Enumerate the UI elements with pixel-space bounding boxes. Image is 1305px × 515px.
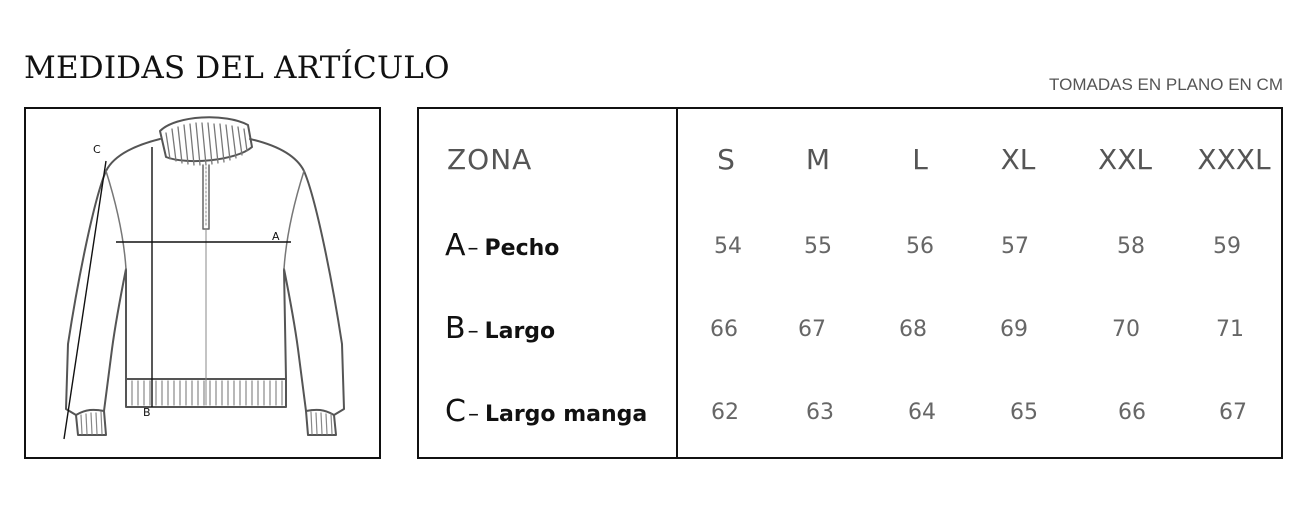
- row-name: Pecho: [484, 236, 560, 261]
- size-header-xxl: XXL: [1098, 143, 1152, 176]
- row-dash: –: [467, 236, 479, 261]
- size-header-s: S: [717, 143, 735, 176]
- jacket-illustration: A B C: [63, 116, 345, 440]
- row-dash: –: [467, 319, 479, 344]
- value-cell: 63: [806, 400, 834, 425]
- size-header-xxxl: XXXL: [1197, 143, 1271, 176]
- value-cell: 62: [711, 400, 739, 425]
- value-cell: 56: [906, 234, 934, 259]
- value-cell: 67: [1219, 400, 1247, 425]
- row-label-largo: B – Largo: [445, 311, 555, 346]
- label-a: A: [272, 230, 280, 243]
- value-cell: 57: [1001, 234, 1029, 259]
- value-cell: 68: [899, 317, 927, 342]
- page-title: MEDIDAS DEL ARTÍCULO: [24, 50, 450, 86]
- zona-header: ZONA: [447, 143, 533, 176]
- value-cell: 65: [1010, 400, 1038, 425]
- value-cell: 69: [1000, 317, 1028, 342]
- measure-line-c: [63, 160, 107, 440]
- size-header-m: M: [805, 143, 831, 176]
- row-dash: –: [467, 402, 479, 427]
- size-header-xl: XL: [1000, 143, 1036, 176]
- value-cell: 64: [908, 400, 936, 425]
- value-cell: 71: [1216, 317, 1244, 342]
- row-letter: A: [445, 228, 466, 263]
- value-cell: 66: [710, 317, 738, 342]
- value-cell: 58: [1117, 234, 1145, 259]
- table-divider: [676, 107, 678, 457]
- value-cell: 67: [798, 317, 826, 342]
- label-c: C: [93, 143, 101, 156]
- row-label-pecho: A – Pecho: [445, 228, 559, 263]
- value-cell: 55: [804, 234, 832, 259]
- label-b: B: [143, 406, 151, 419]
- row-name: Largo manga: [484, 402, 648, 427]
- row-name: Largo: [484, 319, 556, 344]
- row-letter: C: [445, 394, 466, 429]
- size-header-l: L: [912, 143, 928, 176]
- value-cell: 54: [714, 234, 742, 259]
- value-cell: 70: [1112, 317, 1140, 342]
- measurement-note: TOMADAS EN PLANO EN CM: [1049, 75, 1283, 94]
- value-cell: 66: [1118, 400, 1146, 425]
- row-letter: B: [445, 311, 466, 346]
- value-cell: 59: [1213, 234, 1241, 259]
- row-label-largo-manga: C – Largo manga: [445, 394, 647, 429]
- garment-diagram: A B C: [24, 107, 381, 459]
